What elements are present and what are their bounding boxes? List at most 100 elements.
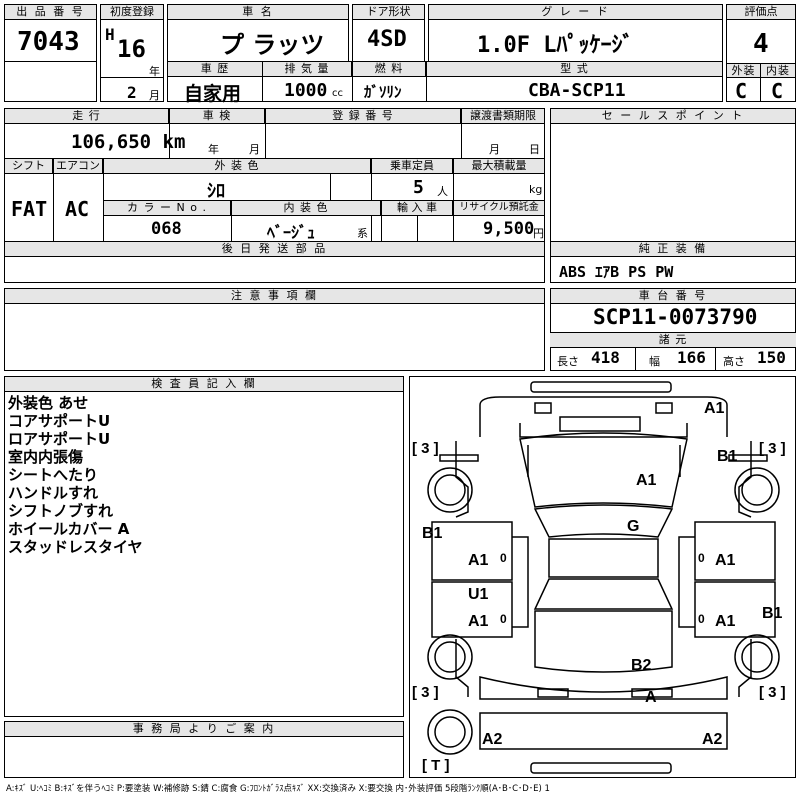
transfer-day-unit: 日 (529, 143, 540, 156)
height-label: 高さ (723, 355, 745, 368)
mark-right-front-door: A1 (715, 552, 736, 569)
lot-number-box: 出 品 番 号 7043 (4, 4, 97, 102)
mark-right-rear-door: A1 (715, 613, 736, 630)
door-box: ドア形状 4SD (352, 4, 425, 62)
height: 150 (757, 348, 786, 367)
tire-front-left: [ 3 ] (412, 440, 439, 457)
width: 166 (677, 348, 706, 367)
mark-roof: G (627, 518, 640, 535)
era: H (105, 25, 115, 44)
notes-box: 注 意 事 項 欄 (4, 288, 545, 371)
sub-header-row: 車 歴 自家用 排 気 量 1000 cc 燃 料 ｶﾞｿﾘﾝ 型 式 CBA-… (167, 61, 723, 105)
score-label: 評価点 (727, 5, 795, 20)
int-grade: C (771, 79, 784, 103)
inspection-month-unit: 月 (249, 143, 260, 156)
first-registration-label: 初度登録 (101, 5, 163, 20)
displacement: 1000 (284, 80, 328, 101)
history-label: 車 歴 (167, 61, 263, 77)
capacity-unit: 人 (437, 185, 448, 198)
equipment-box: 純 正 装 備 ABS ｴｱB PS PW (550, 241, 796, 283)
mark-left-rear-door: A1 (468, 613, 489, 630)
office-label: 事 務 局 よ り ご 案 内 (5, 722, 403, 737)
dims-label: 諸 元 (550, 332, 796, 348)
model: CBA-SCP11 (528, 80, 626, 101)
tire-rear-right: [ 3 ] (759, 684, 786, 701)
vehicle-info-box: 走 行 106,650 km 車 検 年 月 登 録 番 号 譲渡書類期限 月 … (4, 108, 545, 242)
mileage-label: 走 行 (4, 108, 169, 124)
mark-front-right: A1 (704, 400, 725, 417)
transfer-month-unit: 月 (489, 143, 500, 156)
interior-color-unit: 系 (357, 227, 368, 240)
car-name-box: 車 名 プ ラッツ (167, 4, 349, 62)
mark-hood: A1 (636, 472, 657, 489)
mark-rear-left: A2 (482, 731, 503, 748)
inspector-line: 室内内張傷 (8, 448, 84, 466)
mark-trunk: B2 (631, 657, 652, 674)
mark-right-front-door-zero: 0 (698, 551, 705, 565)
inspector-line: ホイールカバー A (8, 520, 130, 538)
car-name-label: 車 名 (168, 5, 348, 20)
later-parts-label: 後 日 発 送 部 品 (5, 242, 544, 257)
inspector-line: ロアサポートU (8, 430, 111, 448)
equipment-label: 純 正 装 備 (551, 242, 795, 257)
lot-number-label: 出 品 番 号 (5, 5, 96, 20)
sales-point-box: セ ー ル ス ポ イ ン ト (550, 108, 796, 242)
door-type: 4SD (367, 27, 407, 52)
reg-month: 2 (127, 83, 137, 102)
mark-left-pillar: U1 (468, 586, 489, 603)
mark-left-fender: B1 (422, 525, 443, 542)
mark-front-right-wheel: B1 (717, 448, 738, 465)
fuel-label: 燃 料 (352, 61, 426, 77)
inspector-line: スタッドレスタイヤ (8, 538, 143, 556)
car-diagram-box: A1 B1 A1 G B1 A1 0 A1 0 U1 A1 0 A1 0 B1 … (409, 376, 796, 778)
car-diagram (427, 381, 780, 774)
displacement-unit: cc (332, 88, 343, 99)
door-label: ドア形状 (353, 5, 424, 20)
inspector-notes: 外装色 あせ コアサポートU ロアサポートU 室内内張傷 シートへたり ハンドル… (8, 394, 143, 556)
mark-rear-plate: A (645, 689, 657, 706)
mark-right-rear-door-zero: 0 (698, 612, 705, 626)
inspector-line: シートへたり (8, 466, 99, 484)
later-parts-box: 後 日 発 送 部 品 (4, 241, 545, 283)
history: 自家用 (184, 83, 242, 105)
ext-grade: C (735, 79, 748, 103)
chassis-label: 車 台 番 号 (551, 289, 795, 304)
reg-year: 16 (117, 35, 146, 63)
grade-box: グ レ ー ド 1.0F Lﾊﾟｯｹｰｼﾞ (428, 4, 723, 62)
width-label: 幅 (649, 355, 660, 368)
legend: A:ｷｽﾞ U:ﾍｺﾐ B:ｷｽﾞを伴うﾍｺﾐ P:要塗装 W:補修跡 S:錆 … (6, 784, 550, 794)
grade-label: グ レ ー ド (429, 5, 722, 20)
overall-score: 4 (753, 29, 769, 59)
capacity: 5 (413, 177, 424, 198)
color-number-label: カ ラ ー N o . (103, 200, 231, 216)
inspector-line: ハンドルすれ (8, 484, 99, 502)
color-number: 068 (151, 219, 182, 239)
recycle-fee: 9,500 (483, 219, 535, 239)
grade: 1.0F Lﾊﾟｯｹｰｼﾞ (477, 33, 634, 58)
score-box: 評価点 4 外装 内装 C C (726, 4, 796, 103)
fuel: ｶﾞｿﾘﾝ (364, 83, 402, 101)
inspector-line: コアサポートU (8, 412, 111, 430)
recycle-unit: 円 (533, 227, 544, 240)
spare-tire: [ T ] (422, 757, 450, 774)
interior-color: ﾍﾞｰｼﾞｭ (267, 223, 316, 242)
capacity-label: 乗車定員 (371, 158, 453, 174)
mark-left-front-door-zero: 0 (500, 551, 507, 565)
tire-rear-left: [ 3 ] (412, 684, 439, 701)
inspection-year-unit: 年 (208, 143, 219, 156)
shift-label: シフト (4, 158, 53, 174)
int-label: 内装 (760, 63, 796, 78)
equipment: ABS ｴｱB PS PW (559, 263, 674, 281)
shift: FAT (11, 197, 48, 221)
month-unit: 月 (149, 89, 160, 102)
ext-label: 外装 (726, 63, 761, 78)
import-label: 輸 入 車 (381, 200, 453, 216)
first-registration-box: 初度登録 H 16 年 2 月 (100, 4, 164, 102)
ac: AC (65, 197, 90, 221)
mark-left-rear-door-zero: 0 (500, 612, 507, 626)
max-load-unit: kg (529, 183, 543, 196)
mark-right-quarter: B1 (762, 605, 783, 622)
length: 418 (591, 348, 620, 367)
recycle-label: リサイクル預託金 (453, 200, 545, 216)
car-name: プ ラッツ (220, 31, 325, 59)
